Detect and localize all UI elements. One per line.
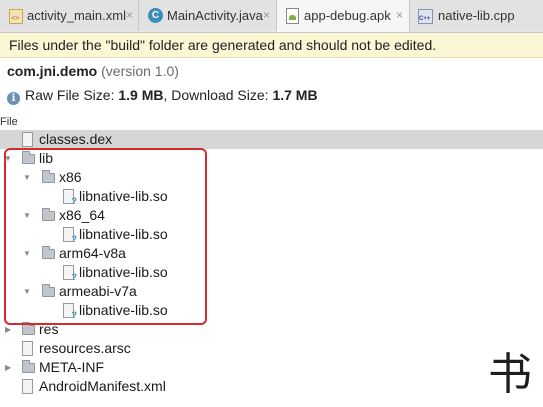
tree-row-label: resources.arsc — [39, 340, 131, 356]
watermark-logo: 书 — [488, 349, 532, 400]
lib-highlight-annotation — [4, 148, 207, 325]
tree-row-classes-dex[interactable]: classes.dex — [0, 130, 543, 149]
collapsed-arrow-icon[interactable]: ▶ — [5, 358, 11, 377]
apk-file-icon — [286, 8, 299, 24]
tab-app-debug-apk[interactable]: app-debug.apk × — [277, 0, 410, 32]
tree-row-meta-inf[interactable]: ▶ META-INF — [0, 358, 543, 377]
tab-label: native-lib.cpp — [438, 8, 515, 23]
size-separator: , — [163, 87, 168, 103]
tree-row-resources-arsc[interactable]: resources.arsc — [0, 339, 543, 358]
close-icon[interactable]: × — [126, 0, 133, 31]
download-size-label: Download Size: — [171, 87, 269, 103]
dex-file-icon — [22, 132, 33, 147]
tree-row-label: META-INF — [39, 359, 105, 375]
close-icon[interactable]: × — [396, 0, 403, 31]
folder-icon — [22, 360, 35, 373]
tab-label: app-debug.apk — [304, 8, 391, 23]
tab-label: activity_main.xml — [27, 8, 126, 23]
xml-file-icon — [22, 379, 33, 394]
download-size-value: 1.7 MB — [272, 87, 318, 103]
tree-row-label: AndroidManifest.xml — [39, 378, 166, 394]
tab-activity-main-xml[interactable]: activity_main.xml × — [0, 0, 139, 31]
close-icon[interactable]: × — [263, 0, 270, 31]
raw-size-label: Raw File Size: — [25, 87, 115, 103]
file-column-label: File — [0, 116, 18, 128]
generated-files-warning-banner: Files under the "build" folder are gener… — [0, 33, 543, 58]
package-version: (version 1.0) — [101, 63, 179, 79]
package-info: com.jni.demo (version 1.0) — [7, 62, 179, 80]
tab-mainactivity-java[interactable]: C MainActivity.java × — [139, 0, 277, 31]
java-class-icon: C — [148, 8, 163, 23]
folder-icon — [22, 322, 35, 335]
editor-tab-bar: activity_main.xml × C MainActivity.java … — [0, 0, 543, 33]
file-column-header[interactable]: File — [0, 117, 543, 128]
tree-row-label: classes.dex — [39, 131, 113, 147]
info-icon: i — [7, 92, 20, 105]
tab-label: MainActivity.java — [167, 8, 263, 23]
raw-size-value: 1.9 MB — [118, 87, 164, 103]
tab-native-lib-cpp[interactable]: native-lib.cpp — [410, 0, 543, 31]
tree-row-androidmanifest-xml[interactable]: AndroidManifest.xml — [0, 377, 543, 396]
cpp-file-icon — [418, 9, 433, 24]
arsc-file-icon — [22, 341, 33, 356]
apk-size-summary: i Raw File Size: 1.9 MB, Download Size: 1… — [7, 85, 318, 105]
package-name: com.jni.demo — [7, 63, 98, 79]
xml-file-icon — [9, 9, 23, 24]
